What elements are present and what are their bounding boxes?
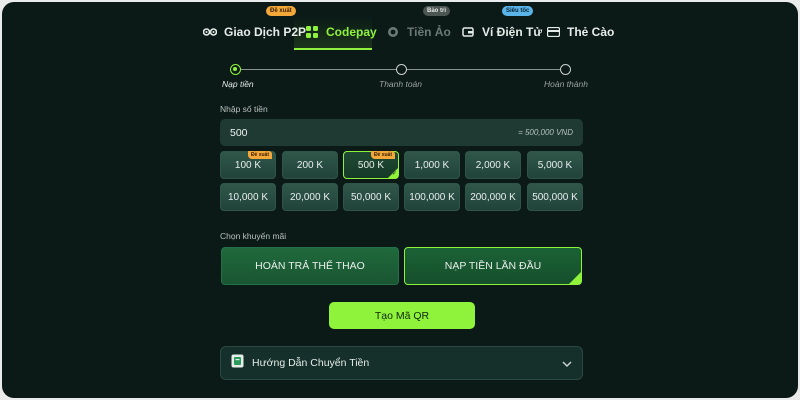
- tab-label: Thẻ Cào: [567, 25, 615, 39]
- amount-option-label: 500,000 K: [532, 191, 578, 203]
- recommended-badge: Đề xuất: [370, 151, 395, 159]
- amount-option-label: 5,000 K: [537, 159, 573, 171]
- amount-option-1000k[interactable]: 1,000 K: [404, 151, 460, 179]
- amount-option-500000k[interactable]: 500,000 K: [527, 183, 583, 211]
- amount-option-100000k[interactable]: 100,000 K: [404, 183, 460, 211]
- step-label-deposit: Nạp tiền: [222, 79, 254, 89]
- transfer-guide-accordion[interactable]: Hướng Dẫn Chuyển Tiền: [220, 346, 583, 380]
- amount-input[interactable]: 500 = 500,000 VND: [220, 119, 583, 146]
- promo-label: Chọn khuyến mãi: [220, 231, 287, 241]
- card-icon: [545, 24, 561, 40]
- step-label-payment: Thanh toán: [379, 79, 423, 89]
- codepay-icon: [304, 24, 320, 40]
- amount-option-200000k[interactable]: 200,000 K: [465, 183, 521, 211]
- amount-option-label: 200 K: [296, 159, 324, 171]
- recommended-badge: Đề xuất: [247, 151, 272, 159]
- amount-option-2000k[interactable]: 2,000 K: [465, 151, 521, 179]
- p2p-icon: [202, 24, 218, 40]
- tab-label: Tiền Ảo: [407, 25, 451, 39]
- amount-label: Nhập số tiền: [220, 104, 268, 114]
- amount-option-500k[interactable]: 500 K Đề xuất ✓: [343, 151, 399, 179]
- tab-codepay[interactable]: Codepay: [304, 16, 377, 48]
- active-tab-underline: [294, 48, 372, 50]
- tab-p2p[interactable]: Giao Dịch P2P Đề xuất: [202, 6, 307, 48]
- generate-qr-button[interactable]: Tạo Mã QR: [329, 302, 475, 329]
- step-label-complete: Hoàn thành: [544, 79, 588, 89]
- deposit-stepper: Nạp tiền Thanh toán Hoàn thành: [222, 62, 588, 92]
- amount-option-200k[interactable]: 200 K: [282, 151, 338, 179]
- payment-method-tabs: Giao Dịch P2P Đề xuất Codepay Tiền Ảo Bả…: [2, 6, 798, 50]
- check-icon: ✓: [391, 171, 397, 177]
- amount-option-label: 100,000 K: [409, 191, 455, 203]
- promo-option-label: HOÀN TRẢ THỂ THAO: [255, 260, 365, 272]
- tab-label: Giao Dịch P2P: [224, 25, 307, 39]
- amount-option-label: 100 K: [234, 159, 262, 171]
- amount-value: 500: [230, 126, 248, 139]
- guide-label: Hướng Dẫn Chuyển Tiền: [252, 357, 370, 369]
- step-dot-payment: [396, 64, 407, 75]
- step-dot-complete: [560, 64, 571, 75]
- amount-option-100k[interactable]: 100 K Đề xuất: [220, 151, 276, 179]
- step-connector: [237, 69, 397, 70]
- amount-option-label: 1,000 K: [414, 159, 450, 171]
- chevron-down-icon: [562, 354, 572, 372]
- amount-option-label: 50,000 K: [350, 191, 392, 203]
- tab-label: Ví Điện Tử: [482, 25, 543, 39]
- wallet-icon: [460, 24, 476, 40]
- amount-option-20000k[interactable]: 20,000 K: [282, 183, 338, 211]
- amount-option-50000k[interactable]: 50,000 K: [343, 183, 399, 211]
- amount-option-10000k[interactable]: 10,000 K: [220, 183, 276, 211]
- generate-qr-label: Tạo Mã QR: [374, 309, 430, 322]
- amount-option-label: 500 K: [357, 159, 385, 171]
- crypto-icon: [385, 24, 401, 40]
- tab-label: Codepay: [326, 25, 377, 39]
- tab-e-wallet[interactable]: Ví Điện Tử Siêu tốc: [460, 6, 543, 48]
- amount-option-label: 200,000 K: [470, 191, 516, 203]
- amount-converted: = 500,000 VND: [518, 128, 573, 137]
- amount-option-label: 20,000 K: [289, 191, 331, 203]
- deposit-panel: Giao Dịch P2P Đề xuất Codepay Tiền Ảo Bả…: [2, 2, 798, 398]
- amount-option-label: 10,000 K: [227, 191, 269, 203]
- recommended-badge: Đề xuất: [266, 6, 296, 16]
- book-icon: [231, 354, 244, 373]
- tab-scratch-card[interactable]: Thẻ Cào: [545, 16, 614, 48]
- maintenance-badge: Bảo trì: [423, 6, 451, 16]
- tab-crypto[interactable]: Tiền Ảo Bảo trì: [385, 6, 451, 48]
- selected-corner-marker: [569, 272, 581, 284]
- amount-option-label: 2,000 K: [475, 159, 511, 171]
- fast-badge: Siêu tốc: [502, 6, 534, 16]
- promo-first-deposit[interactable]: NẠP TIỀN LẦN ĐẦU: [404, 247, 582, 285]
- step-connector: [407, 69, 564, 70]
- promo-sports-cashback[interactable]: HOÀN TRẢ THỂ THAO: [221, 247, 399, 285]
- step-dot-deposit: [230, 64, 241, 75]
- amount-option-5000k[interactable]: 5,000 K: [527, 151, 583, 179]
- promo-option-label: NẠP TIỀN LẦN ĐẦU: [444, 260, 542, 272]
